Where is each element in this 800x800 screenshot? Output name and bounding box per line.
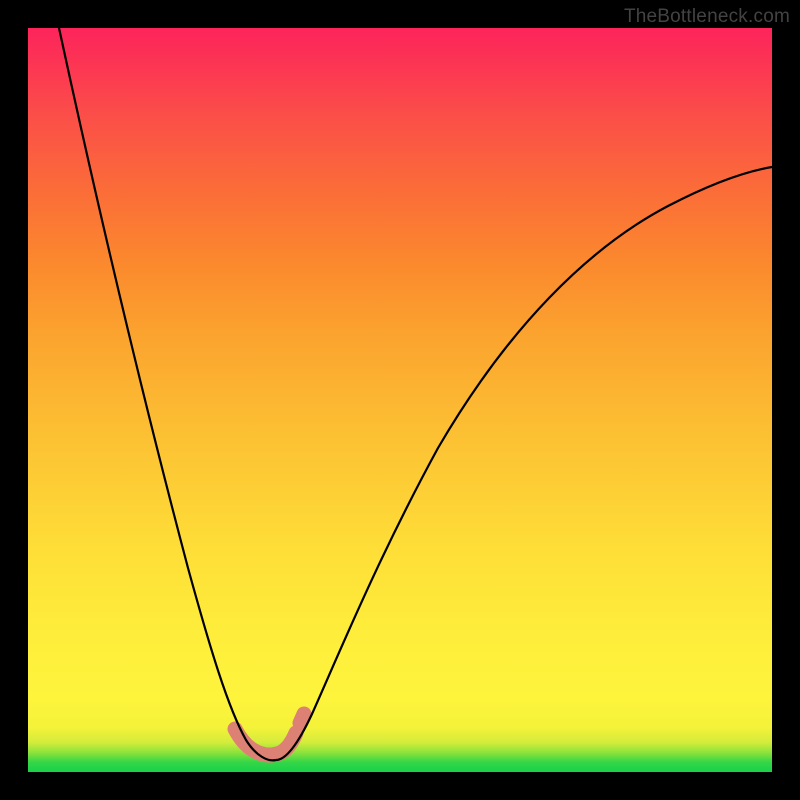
attribution-text: TheBottleneck.com [624,6,790,28]
curve-layer [28,28,772,772]
min-highlight-dot [300,714,304,723]
right-curve [276,167,772,760]
min-highlight-path [235,729,296,755]
chart-frame: TheBottleneck.com [0,0,800,800]
plot-area [28,28,772,772]
left-curve [59,28,276,760]
